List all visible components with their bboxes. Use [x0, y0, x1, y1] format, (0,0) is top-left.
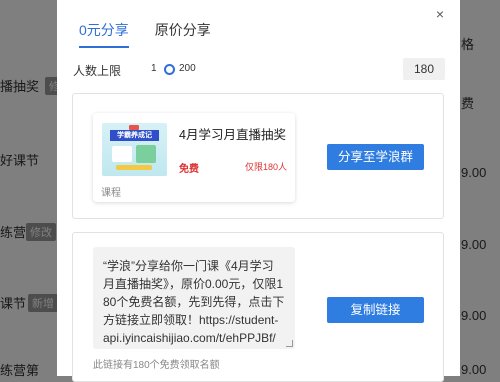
share-to-group-button[interactable]: 分享至学浪群: [327, 144, 424, 170]
course-price: 免费: [179, 164, 199, 175]
thumbnail-illustration: [136, 145, 156, 163]
share-modal: 0元分享 原价分享 × 人数上限 1 200 180 学霸养成记 4月学习月直播…: [57, 0, 460, 382]
participant-limit-input[interactable]: 180: [403, 58, 445, 80]
tab-free-share[interactable]: 0元分享: [79, 20, 129, 48]
free-quota-hint: 此链接有180个免费领取名额: [93, 360, 220, 371]
participant-limit-label: 人数上限: [73, 64, 122, 78]
copy-link-button[interactable]: 复制链接: [327, 297, 424, 323]
close-icon[interactable]: ×: [436, 6, 444, 22]
thumbnail-illustration: [112, 146, 132, 162]
slider-max-label: 200: [179, 63, 196, 74]
participant-limit-row: 人数上限 1 200 180: [73, 58, 445, 80]
tab-original-price-share[interactable]: 原价分享: [155, 20, 211, 48]
share-text-area[interactable]: “学浪”分享给你一门课《4月学习月直播抽奖》，原价0.00元，仅限180个免费名…: [93, 247, 295, 349]
slider-min-label: 1: [151, 63, 157, 74]
course-card: 学霸养成记 4月学习月直播抽奖 免费 仅限180人: [93, 113, 295, 202]
share-tabs: 0元分享 原价分享: [79, 20, 211, 48]
share-text: “学浪”分享给你一门课《4月学习月直播抽奖》，原价0.00元，仅限180个免费名…: [103, 259, 285, 345]
share-link-section: “学浪”分享给你一门课《4月学习月直播抽奖》，原价0.00元，仅限180个免费名…: [72, 232, 444, 382]
course-thumbnail: 学霸养成记: [102, 123, 167, 176]
resize-handle-icon[interactable]: [286, 340, 293, 347]
participant-limit-slider-handle[interactable]: [164, 64, 175, 75]
course-title: 4月学习月直播抽奖: [179, 128, 286, 142]
share-card-section: 学霸养成记 4月学习月直播抽奖 免费 仅限180人 课程 分享至学浪群: [72, 93, 444, 219]
thumbnail-title: 学霸养成记: [110, 130, 159, 141]
thumbnail-illustration: [116, 165, 152, 170]
course-category-label: 课程: [101, 188, 121, 199]
course-limit: 仅限180人: [244, 162, 287, 172]
